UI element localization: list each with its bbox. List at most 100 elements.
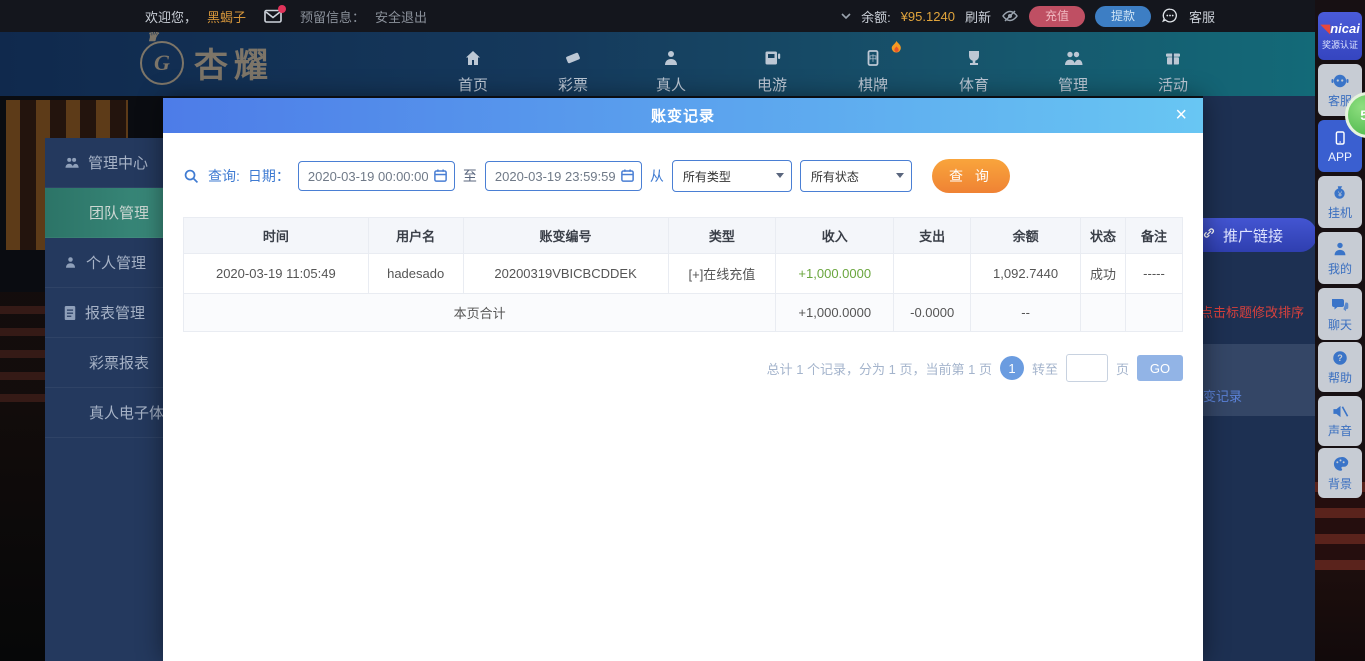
dimmed-panel <box>1203 344 1315 416</box>
promo-link-button[interactable]: 推广链接 <box>1203 218 1315 252</box>
chevron-down-icon <box>896 173 904 178</box>
col-username[interactable]: 用户名 <box>368 218 463 254</box>
cell-username: hadesado <box>368 254 463 294</box>
home-icon <box>431 46 515 68</box>
toolbar-item-auto-play[interactable]: ¥ 挂机 <box>1318 176 1362 228</box>
toolbar-item-help[interactable]: ? 帮助 <box>1318 342 1362 392</box>
page-number-button[interactable]: 1 <box>1000 356 1024 380</box>
logout-link[interactable]: 安全退出 <box>375 7 427 26</box>
customer-service-icon <box>1330 72 1350 90</box>
live-person-icon <box>629 46 713 68</box>
background-shadow <box>1315 570 1365 661</box>
col-balance[interactable]: 余额 <box>971 218 1081 254</box>
nav-item-lottery[interactable]: 彩票 <box>531 46 615 95</box>
col-type[interactable]: 类型 <box>668 218 776 254</box>
toolbar-item-sound[interactable]: 声音 <box>1318 396 1362 446</box>
moneybag-icon: ¥ <box>1331 183 1349 202</box>
col-remark[interactable]: 备注 <box>1125 218 1182 254</box>
deposit-button[interactable]: 充值 <box>1029 6 1085 27</box>
go-button[interactable]: GO <box>1137 355 1183 381</box>
username-text[interactable]: 黑蝎子 <box>207 7 246 26</box>
sidebar-item-management-center[interactable]: 管理中心 <box>45 138 163 188</box>
footer-income: +1,000.0000 <box>776 294 894 332</box>
modal-title: 账变记录 <box>651 105 715 126</box>
col-serial[interactable]: 账变编号 <box>463 218 668 254</box>
nav-item-home[interactable]: 首页 <box>431 46 515 95</box>
page: 欢迎您， 黑蝎子 预留信息： 安全退出 余额: ¥95.1240 刷新 充值 提… <box>0 0 1365 661</box>
table-header-row: 时间 用户名 账变编号 类型 收入 支出 余额 状态 备注 <box>184 218 1183 254</box>
link-icon <box>1203 225 1217 245</box>
date-to-input[interactable] <box>485 161 642 191</box>
col-expense[interactable]: 支出 <box>894 218 971 254</box>
date-from-field <box>298 161 455 191</box>
date-from-input[interactable] <box>298 161 455 191</box>
account-record-link[interactable]: 变记录 <box>1203 386 1242 405</box>
phone-icon <box>1332 128 1348 148</box>
nicai-badge-text: 奖源认证 <box>1322 38 1358 51</box>
search-button[interactable]: 查 询 <box>932 159 1010 193</box>
report-icon <box>63 305 77 321</box>
palette-icon <box>1331 455 1350 473</box>
eye-slash-icon[interactable] <box>1001 8 1019 24</box>
gift-icon <box>1131 46 1215 68</box>
chevron-down-icon[interactable] <box>841 12 851 20</box>
nav-item-management[interactable]: 管理 <box>1031 46 1115 95</box>
brand-logo[interactable]: G ♛ 杏耀 <box>140 38 274 87</box>
modal-header: 账变记录 × <box>163 98 1203 133</box>
mail-unread-dot <box>278 5 286 13</box>
table-row: 2020-03-19 11:05:49 hadesado 20200319VBI… <box>184 254 1183 294</box>
account-change-modal: 账变记录 × 查询: 日期： 至 从 所有类型 所有 <box>163 98 1203 661</box>
welcome-text: 欢迎您， <box>145 7 197 26</box>
col-status[interactable]: 状态 <box>1081 218 1126 254</box>
col-time[interactable]: 时间 <box>184 218 369 254</box>
service-label[interactable]: 客服 <box>1189 7 1215 26</box>
cell-status: 成功 <box>1081 254 1126 294</box>
close-icon[interactable]: × <box>1175 102 1187 128</box>
toolbar-item-background[interactable]: 背景 <box>1318 448 1362 498</box>
toolbar-item-mine[interactable]: 我的 <box>1318 232 1362 284</box>
goto-page-input[interactable] <box>1066 354 1108 382</box>
refresh-link[interactable]: 刷新 <box>965 7 991 26</box>
user-icon <box>63 255 78 270</box>
balance-value: ¥95.1240 <box>901 9 955 24</box>
calendar-icon[interactable] <box>620 168 635 186</box>
account-change-table: 时间 用户名 账变编号 类型 收入 支出 余额 状态 备注 2020-03-19… <box>183 217 1183 332</box>
toolbar-item-chat[interactable]: 聊天 <box>1318 288 1362 340</box>
cell-balance: 1,092.7440 <box>971 254 1081 294</box>
sidebar-item-personal-management[interactable]: 个人管理 <box>45 238 163 288</box>
withdraw-button[interactable]: 提款 <box>1095 6 1151 27</box>
nav-item-activity[interactable]: 活动 <box>1131 46 1215 95</box>
ticket-icon <box>531 46 615 68</box>
nicai-certification-badge[interactable]: ◥nicai 奖源认证 <box>1318 12 1362 60</box>
top-bar: 欢迎您， 黑蝎子 预留信息： 安全退出 余额: ¥95.1240 刷新 充值 提… <box>0 0 1365 32</box>
nicai-logo-text: nicai <box>1330 21 1360 36</box>
type-select[interactable]: 所有类型 <box>672 160 792 192</box>
sidebar-item-team-management[interactable]: 团队管理 <box>45 188 163 238</box>
sort-hint-text: 点击标题修改排序 <box>1203 302 1304 321</box>
sidebar-item-live-electronic-report[interactable]: 真人电子体 <box>45 388 163 438</box>
sidebar-item-lottery-report[interactable]: 彩票报表 <box>45 338 163 388</box>
crown-icon: ♛ <box>146 31 159 45</box>
message-label: 预留信息： <box>300 7 365 26</box>
from-label: 从 <box>650 166 664 186</box>
brand-name: 杏耀 <box>194 38 274 87</box>
sound-icon <box>1331 403 1350 420</box>
top-bar-left: 欢迎您， 黑蝎子 预留信息： 安全退出 <box>145 7 427 26</box>
status-select[interactable]: 所有状态 <box>800 160 912 192</box>
col-income[interactable]: 收入 <box>776 218 894 254</box>
cell-expense <box>894 254 971 294</box>
search-form: 查询: 日期： 至 从 所有类型 所有状态 查 询 <box>163 133 1203 193</box>
nav-item-live[interactable]: 真人 <box>629 46 713 95</box>
chevron-down-icon <box>776 173 784 178</box>
nav-item-arcade[interactable]: 电游 <box>730 46 814 95</box>
nicai-bird-icon: ◥ <box>1320 21 1330 36</box>
sidebar-item-report-management[interactable]: 报表管理 <box>45 288 163 338</box>
to-label: 至 <box>463 166 477 186</box>
mail-icon[interactable] <box>264 9 282 24</box>
profile-icon <box>1331 240 1349 258</box>
nav-item-board-games[interactable]: 中 棋牌 <box>831 46 915 95</box>
left-sidebar: 管理中心 团队管理 个人管理 报表管理 彩票报表 真人电子体 <box>45 138 163 661</box>
customer-service-bubble-icon[interactable] <box>1161 7 1179 25</box>
calendar-icon[interactable] <box>433 168 448 186</box>
nav-item-sports[interactable]: 体育 <box>932 46 1016 95</box>
